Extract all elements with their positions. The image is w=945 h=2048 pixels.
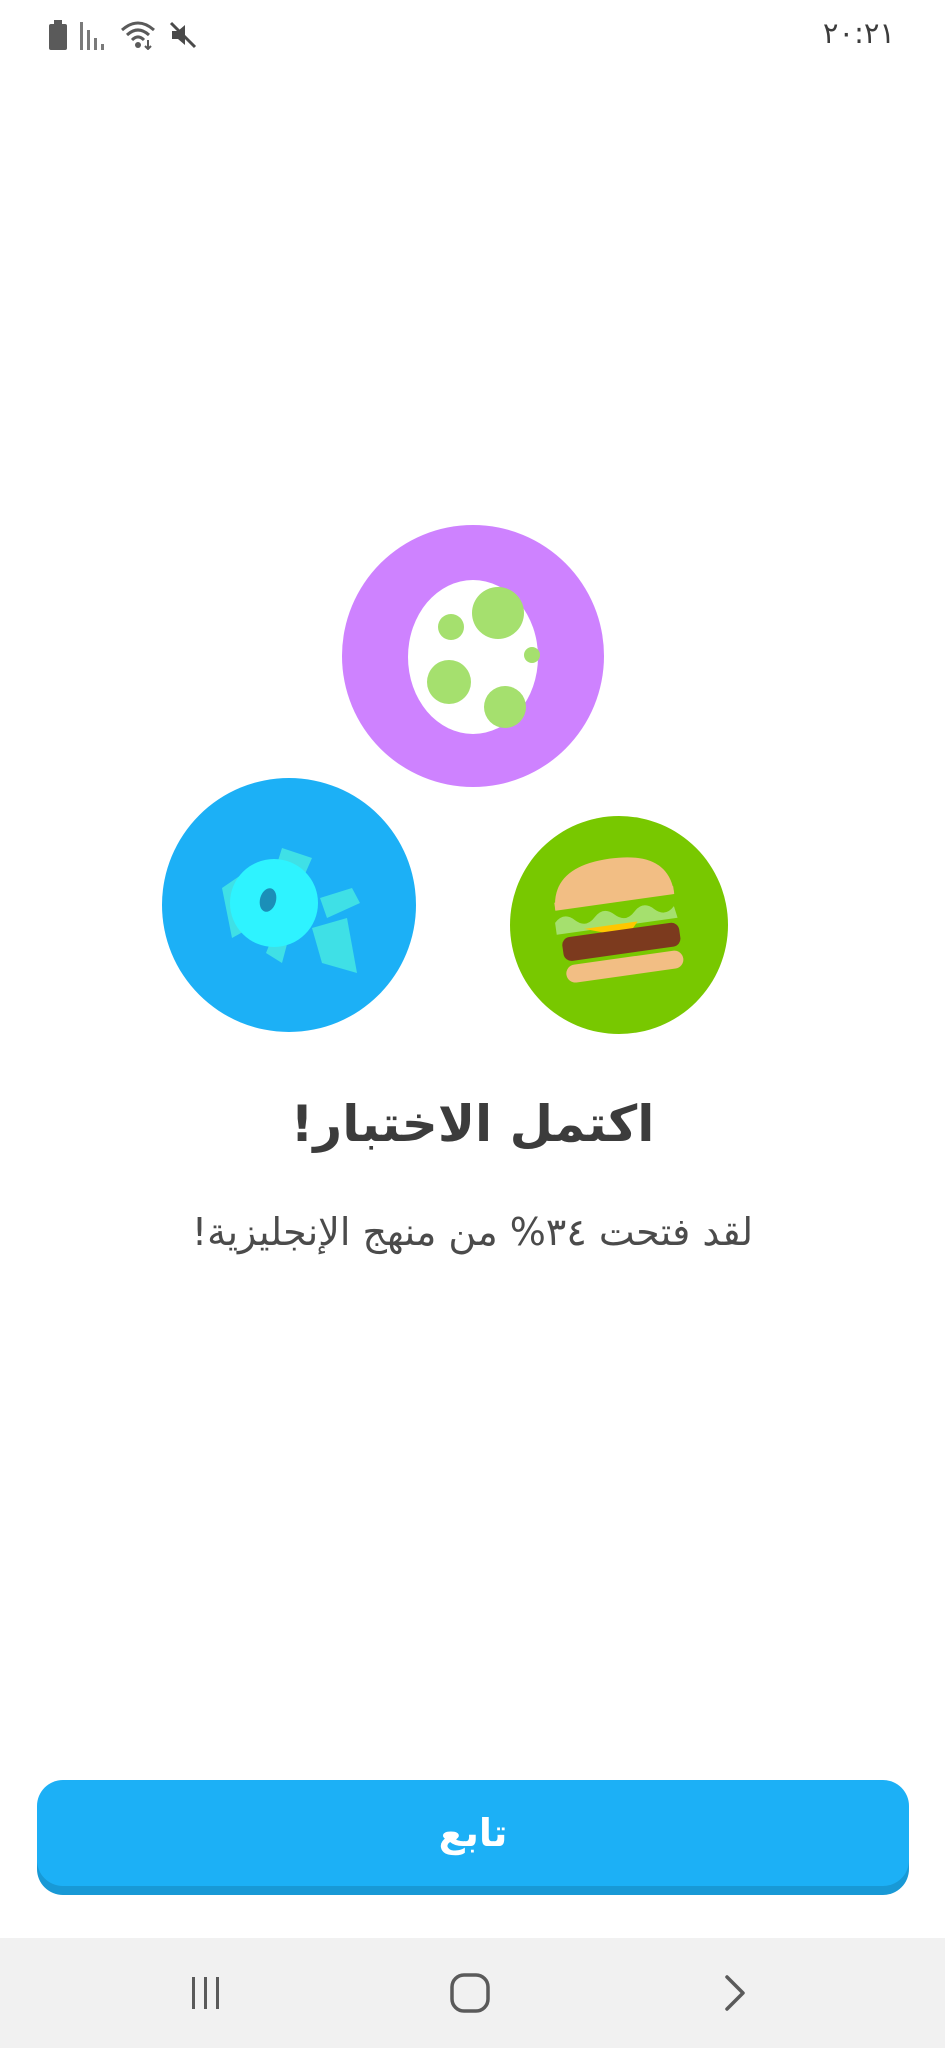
burger-badge: [510, 816, 728, 1034]
egg-badge: [342, 525, 604, 787]
candy-badge: [162, 778, 416, 1032]
recent-apps-icon[interactable]: [166, 1958, 246, 2028]
egg-icon: [408, 580, 540, 734]
continue-button[interactable]: تابع: [37, 1780, 909, 1886]
candy-icon: [222, 848, 360, 973]
screen: ٢٠:٢١ اكتمل الاختبار! لقد فتحت ٣٤% من من…: [0, 0, 945, 2048]
progress-message: لقد فتحت ٣٤% من منهج الإنجليزية!: [191, 1210, 754, 1254]
back-icon[interactable]: [694, 1958, 774, 2028]
rewards-illustration: [0, 0, 945, 1040]
home-icon[interactable]: [430, 1958, 510, 2028]
system-nav-bar: [0, 1938, 945, 2048]
page-title: اكتمل الاختبار!: [290, 1095, 655, 1153]
burger-icon: [554, 857, 684, 983]
